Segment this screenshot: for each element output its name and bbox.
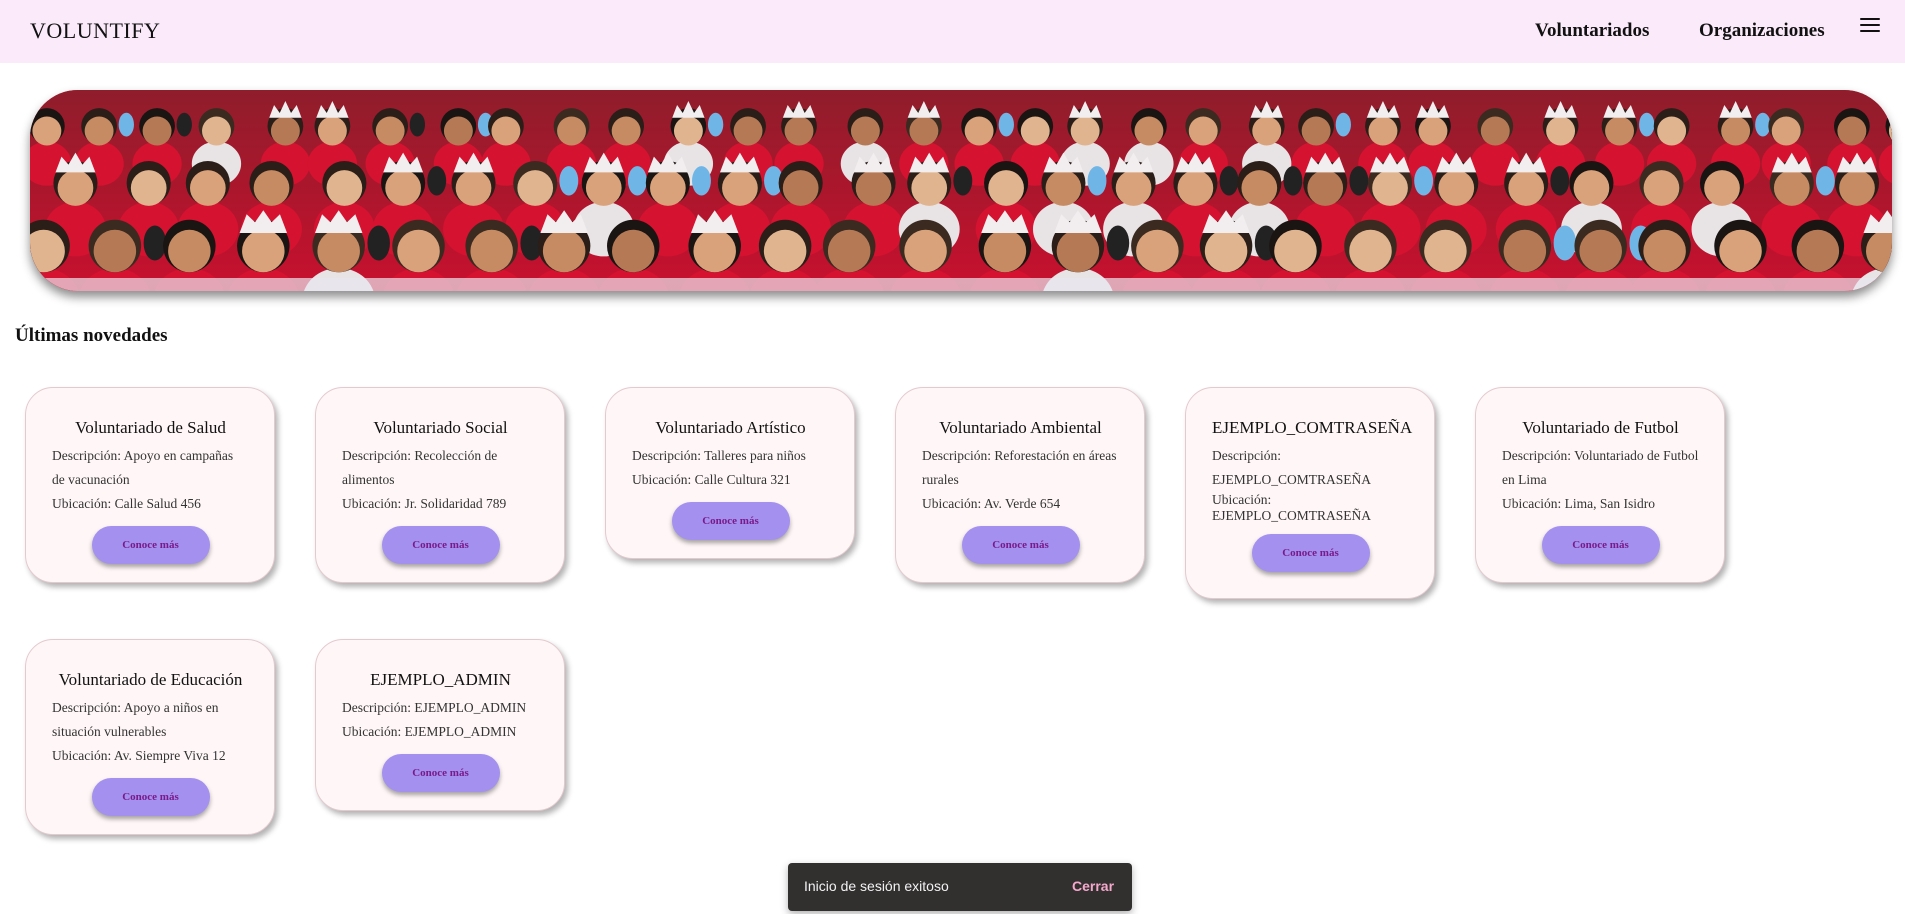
top-navbar: VOLUNTIFY Voluntariados Organizaciones xyxy=(0,0,1905,63)
card-description: Descripción: EJEMPLO_COMTRASEÑA xyxy=(1212,448,1372,487)
card-description: Descripción: Apoyo a niños en situación … xyxy=(52,700,219,739)
card-description: Descripción: Reforestación en áreas rura… xyxy=(922,448,1117,487)
card-location: Ubicación: Jr. Solidaridad 789 xyxy=(342,496,507,511)
volunteer-card: Voluntariado de Salud Descripción: Apoyo… xyxy=(25,387,275,583)
conoce-mas-button[interactable]: Conoce más xyxy=(381,526,500,564)
card-title: Voluntariado de Educación xyxy=(58,670,243,689)
card-location: Ubicación: Lima, San Isidro xyxy=(1502,496,1655,511)
hamburger-menu-icon[interactable] xyxy=(1860,18,1880,34)
volunteer-card: EJEMPLO_ADMIN Descripción: EJEMPLO_ADMIN… xyxy=(315,639,565,811)
brand-logo[interactable]: VOLUNTIFY xyxy=(30,18,160,44)
card-description: Descripción: EJEMPLO_ADMIN xyxy=(342,700,527,715)
conoce-mas-button[interactable]: Conoce más xyxy=(381,754,500,792)
hero-banner-image xyxy=(30,90,1892,291)
conoce-mas-button[interactable]: Conoce más xyxy=(91,526,210,564)
card-location: Ubicación: EJEMPLO_ADMIN xyxy=(342,724,517,739)
card-title: Voluntariado de Salud xyxy=(75,418,226,437)
conoce-mas-button[interactable]: Conoce más xyxy=(1541,526,1660,564)
volunteer-card: Voluntariado de Futbol Descripción: Volu… xyxy=(1475,387,1725,583)
volunteer-card: Voluntariado Ambiental Descripción: Refo… xyxy=(895,387,1145,583)
snackbar-close-button[interactable]: Cerrar xyxy=(1072,878,1114,894)
card-description: Descripción: Voluntariado de Futbol en L… xyxy=(1502,448,1699,487)
card-location: Ubicación: EJEMPLO_COMTRASEÑA xyxy=(1212,492,1372,523)
login-success-snackbar: Inicio de sesión exitoso Cerrar xyxy=(788,863,1132,911)
card-description: Descripción: Talleres para niños xyxy=(632,448,806,463)
volunteers-photo xyxy=(30,90,1892,291)
card-location: Ubicación: Calle Cultura 321 xyxy=(632,472,791,487)
card-description: Descripción: Recolección de alimentos xyxy=(342,448,498,487)
card-location: Ubicación: Calle Salud 456 xyxy=(52,496,201,511)
volunteer-card: Voluntariado Social Descripción: Recolec… xyxy=(315,387,565,583)
section-title: Últimas novedades xyxy=(15,325,168,346)
card-title: EJEMPLO_COMTRASEÑA xyxy=(1212,418,1413,437)
card-description: Descripción: Apoyo en campañas de vacuna… xyxy=(52,448,234,487)
card-location: Ubicación: Av. Siempre Viva 12 xyxy=(52,748,226,763)
conoce-mas-button[interactable]: Conoce más xyxy=(1251,534,1370,572)
volunteer-card: EJEMPLO_COMTRASEÑA Descripción: EJEMPLO_… xyxy=(1185,387,1435,599)
volunteer-card: Voluntariado Artístico Descripción: Tall… xyxy=(605,387,855,559)
card-title: Voluntariado Ambiental xyxy=(939,418,1102,437)
snackbar-message: Inicio de sesión exitoso xyxy=(804,878,949,894)
card-title: Voluntariado Social xyxy=(373,418,508,437)
volunteer-card: Voluntariado de Educación Descripción: A… xyxy=(25,639,275,835)
nav-organizaciones[interactable]: Organizaciones xyxy=(1699,20,1825,42)
nav-voluntariados[interactable]: Voluntariados xyxy=(1535,20,1649,42)
conoce-mas-button[interactable]: Conoce más xyxy=(91,778,210,816)
card-title: Voluntariado de Futbol xyxy=(1522,418,1679,437)
card-location: Ubicación: Av. Verde 654 xyxy=(922,496,1061,511)
card-title: Voluntariado Artístico xyxy=(655,418,806,437)
card-title: EJEMPLO_ADMIN xyxy=(370,670,511,689)
conoce-mas-button[interactable]: Conoce más xyxy=(961,526,1080,564)
conoce-mas-button[interactable]: Conoce más xyxy=(671,502,790,540)
